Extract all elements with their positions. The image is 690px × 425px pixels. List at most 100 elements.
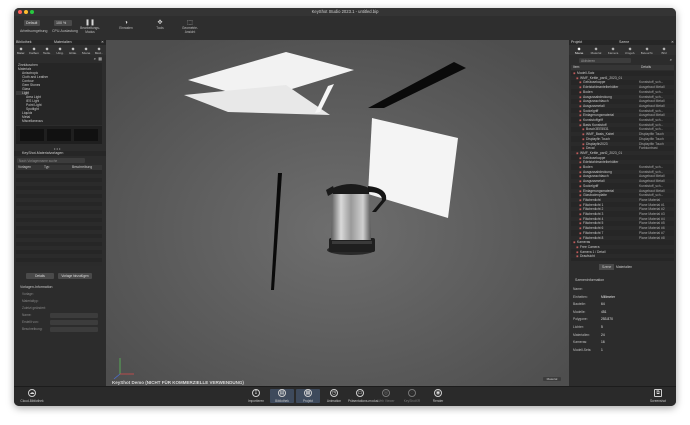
minimize-window-icon[interactable]: [24, 10, 28, 14]
col-details[interactable]: Details: [641, 65, 651, 70]
scene-tree-row[interactable]: ◉ Flächenlicht 6 Plane Material #6: [571, 226, 674, 231]
scene-tree-row[interactable]: ◉ Boden Kunststoff_sch...: [571, 165, 674, 169]
visibility-eye-icon[interactable]: ◉: [576, 76, 579, 80]
scene-tree-row[interactable]: ◉ Flächenlicht Plane Material: [571, 197, 674, 202]
search-icon[interactable]: ⌕: [94, 56, 96, 61]
viewport-material-overlay[interactable]: Material: [543, 377, 561, 381]
scene-tree-row[interactable]: ◉ Bosch3EE5531 Kunststoff_sch...: [571, 127, 674, 131]
snap-button[interactable]: ◑ Einrasten: [116, 19, 136, 31]
visibility-eye-icon[interactable]: ◉: [579, 207, 582, 211]
library-button[interactable]: ▤ Bibliothek: [270, 389, 294, 403]
library-tab-0[interactable]: ◆ Mater.: [15, 46, 27, 55]
visibility-eye-icon[interactable]: ◉: [579, 165, 582, 169]
library-tab-4[interactable]: ◆ Hinte.: [67, 46, 79, 55]
render-button[interactable]: ◉ Render: [426, 389, 450, 403]
visibility-eye-icon[interactable]: ◉: [579, 236, 582, 240]
cpu-usage-select[interactable]: 100 %: [54, 20, 72, 26]
scene-tree-row[interactable]: ◉ Ausgussabdeckung Kunststoff_sch...: [571, 94, 674, 99]
scene-tree-row[interactable]: ◉ Ausgussabdeckung Kunststoff_sch...: [571, 169, 674, 174]
animation-button[interactable]: ◷ Animation: [322, 389, 346, 403]
presentation-button[interactable]: ▭ Präsentations-modus: [348, 389, 378, 403]
visibility-eye-icon[interactable]: ◉: [582, 137, 585, 141]
visibility-eye-icon[interactable]: ◉: [579, 184, 582, 188]
visibility-eye-icon[interactable]: ◉: [579, 231, 582, 235]
scene-tree-row[interactable]: ◉ Sockelgriff Kunststoff_sch...: [571, 184, 674, 188]
scene-tree-row[interactable]: ◉ Draufsicht: [571, 254, 674, 259]
subtab-materials[interactable]: Materialien: [613, 264, 635, 270]
scene-tree-row[interactable]: ◉ WMF_Kettle_part2_2023_01: [571, 150, 674, 155]
project-tab-1[interactable]: ◆ Material: [588, 46, 604, 55]
visibility-eye-icon[interactable]: ◉: [579, 80, 582, 84]
library-tab-1[interactable]: ◆ Farben: [28, 46, 40, 55]
scene-tree-row[interactable]: ◉ Ausgussschlauch Ausgebaut Metall: [571, 99, 674, 103]
visibility-eye-icon[interactable]: ◉: [579, 113, 582, 117]
template-info-field[interactable]: [50, 320, 98, 325]
screenshot-button[interactable]: ⧉ Screenshot: [646, 389, 670, 403]
scene-tree-row[interactable]: ◉ Glasbodenplatte Kunststoff_sch...: [571, 193, 674, 197]
visibility-eye-icon[interactable]: ◉: [576, 151, 579, 155]
scene-tree-row[interactable]: ◉ Ausgussmetall Ausgebaut Metall: [571, 179, 674, 184]
visibility-eye-icon[interactable]: ◉: [579, 226, 582, 230]
scene-tree-row[interactable]: ◉ Gehäusekappe Kunststoff_sch...: [571, 80, 674, 84]
visibility-eye-icon[interactable]: ◉: [579, 104, 582, 108]
visibility-eye-icon[interactable]: ◉: [579, 212, 582, 216]
web-viewer-button[interactable]: ◎ Web Viewer: [374, 389, 398, 403]
import-button[interactable]: ↧ Importieren: [244, 389, 268, 403]
visibility-eye-icon[interactable]: ◉: [579, 217, 582, 221]
visibility-eye-icon[interactable]: ◉: [579, 198, 582, 202]
project-tab-4[interactable]: ◆ Beleucht.: [639, 46, 655, 55]
library-tab-6[interactable]: ◆ Mod...: [93, 46, 105, 55]
pause-button[interactable]: ❚❚ Bearbeitungs- Modus: [80, 19, 100, 34]
scene-tree-row[interactable]: ◉ Flächenlicht 4 Plane Material #4: [571, 216, 674, 221]
visibility-eye-icon[interactable]: ◉: [579, 85, 582, 89]
zoom-window-icon[interactable]: [30, 10, 34, 14]
project-tab-2[interactable]: ◆ Kamera: [605, 46, 621, 55]
template-search-input[interactable]: Nach Vorlagenname suche: [17, 158, 85, 163]
visibility-eye-icon[interactable]: ◉: [579, 95, 582, 99]
visibility-eye-icon[interactable]: ◉: [582, 142, 585, 146]
visibility-eye-icon[interactable]: ◉: [576, 250, 579, 254]
scene-tree-row[interactable]: ◉ Free Camera: [571, 244, 674, 249]
visibility-eye-icon[interactable]: ◉: [576, 245, 579, 249]
visibility-eye-icon[interactable]: ◉: [579, 118, 582, 122]
project-tab-5[interactable]: ◆ Bild: [656, 46, 672, 55]
scene-tree-row[interactable]: ◉ Kunststoffgriff Kunststoff_sch...: [571, 118, 674, 122]
add-template-button[interactable]: Vorlage hinzufügen: [58, 273, 92, 279]
visibility-eye-icon[interactable]: ◉: [579, 221, 582, 225]
visibility-eye-icon[interactable]: ◉: [582, 132, 585, 136]
scene-tree-row[interactable]: ◉ Modell-Satz: [571, 71, 674, 75]
template-info-field[interactable]: [50, 313, 98, 318]
project-tab-3[interactable]: ◆ Umgeb.: [622, 46, 638, 55]
visibility-eye-icon[interactable]: ◉: [579, 193, 582, 197]
visibility-eye-icon[interactable]: ◉: [579, 189, 582, 193]
grid-view-icon[interactable]: ▦: [98, 56, 102, 61]
scene-tree-row[interactable]: ◉ WMF_Kettle_part1_2023_01: [571, 75, 674, 80]
visibility-eye-icon[interactable]: ◉: [573, 71, 576, 75]
close-window-icon[interactable]: [18, 10, 22, 14]
project-button[interactable]: ▦ Projekt: [296, 389, 320, 403]
library-tab-2[interactable]: ◆ Textu.: [41, 46, 53, 55]
visibility-eye-icon[interactable]: ◉: [582, 127, 585, 131]
scene-tree-row[interactable]: ◉ Einlagerungsmaterial Ausgebaut Metall: [571, 113, 674, 118]
visibility-eye-icon[interactable]: ◉: [579, 160, 582, 164]
scene-tree-row[interactable]: ◉ Flächenlicht 7 Plane Material #7: [571, 231, 674, 235]
scene-tree-row[interactable]: ◉ Displayfin2023 Displaytfin Touch: [571, 141, 674, 146]
keyshotxr-button[interactable]: ◌ KeyShotXR: [400, 389, 424, 403]
scene-tree-row[interactable]: ◉ Flächenlicht 2 Plane Material #2: [571, 207, 674, 212]
geometry-view-button[interactable]: ⬚ Geometrie- Ansicht: [180, 19, 200, 34]
col-item[interactable]: Item: [573, 65, 579, 70]
visibility-eye-icon[interactable]: ◉: [579, 174, 582, 178]
scene-tree-row[interactable]: ◉ Einlagerungsmaterial Ausgebaut Metall: [571, 188, 674, 193]
project-tab-0[interactable]: ◆ Szene: [571, 46, 587, 55]
visibility-eye-icon[interactable]: ◉: [579, 203, 582, 207]
scene-tree-row[interactable]: ◉ Basis Kunststoff Kunststoff_sch...: [571, 122, 674, 127]
scene-tree-row[interactable]: ◉ Gehäusekappe: [571, 156, 674, 160]
scene-tree-row[interactable]: ◉ Decal Farbkontrast: [571, 146, 674, 150]
visibility-eye-icon[interactable]: ◉: [576, 254, 579, 258]
visibility-eye-icon[interactable]: ◉: [579, 90, 582, 94]
scene-search-input[interactable]: Aktivieren: [579, 58, 631, 63]
cloud-library-button[interactable]: ☁ Cloud-Bibliothek: [20, 389, 44, 403]
search-icon[interactable]: ⌕: [670, 57, 672, 62]
details-button[interactable]: Details: [26, 273, 54, 279]
tools-button[interactable]: ✥ Tools: [150, 19, 170, 31]
